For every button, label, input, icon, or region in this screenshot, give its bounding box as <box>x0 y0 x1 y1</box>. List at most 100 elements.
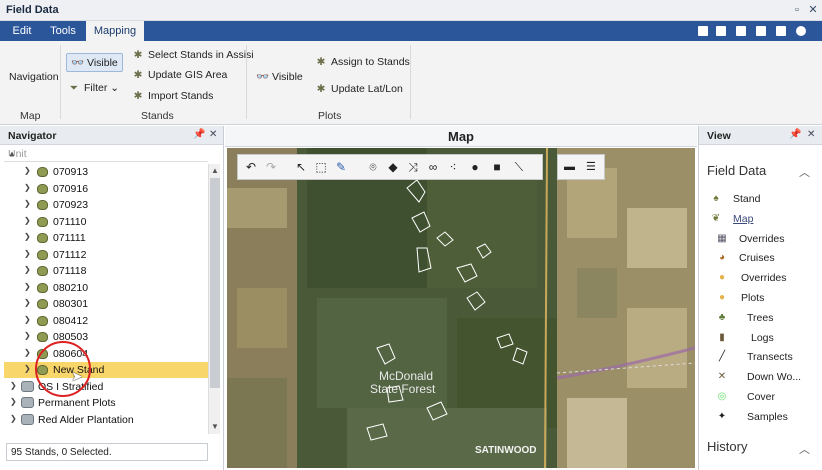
expand-arrow-icon[interactable]: ❯ <box>24 298 31 307</box>
stands-visible-label: Visible <box>87 57 118 69</box>
scroll-thumb[interactable] <box>210 178 220 388</box>
view-item[interactable]: ╱ Transects <box>715 349 822 367</box>
tree-row-stand[interactable]: ❯ 080604 <box>4 346 208 362</box>
view-item[interactable]: ● Plots <box>715 290 822 308</box>
expand-arrow-icon[interactable]: ❯ <box>24 315 31 324</box>
expand-arrow-icon[interactable]: ❯ <box>24 282 31 291</box>
stand-label: 070923 <box>53 199 89 211</box>
layout-icon[interactable] <box>736 26 746 36</box>
update-latlon-button[interactable]: ✱ Update Lat/Lon <box>315 83 403 95</box>
select-box-icon[interactable]: ⬚ <box>314 160 328 174</box>
tree-row-stand[interactable]: ❯ 080503 <box>4 329 208 345</box>
view-item[interactable]: ◎ Cover <box>715 389 822 407</box>
unit-column-header[interactable]: Unit ▲ <box>4 146 208 162</box>
collapse-chevron-icon[interactable]: ︿ <box>799 441 810 457</box>
undo-icon[interactable]: ↶ <box>244 160 258 174</box>
close-icon[interactable]: ✕ <box>209 129 217 140</box>
view-item[interactable]: ▦ Overrides <box>715 231 822 249</box>
expand-arrow-icon[interactable]: ❯ <box>24 183 31 192</box>
expand-arrow-icon[interactable]: ❯ <box>24 216 31 225</box>
pin-icon[interactable]: 📌 <box>193 129 205 140</box>
collapse-chevron-icon[interactable]: ︿ <box>799 164 810 180</box>
assign-stands-button[interactable]: ✱ Assign to Stands <box>315 56 410 68</box>
satellite-imagery: McDonald State Forest SATINWOOD <box>227 148 695 468</box>
view-item-label: Trees <box>747 311 774 324</box>
expand-arrow-icon[interactable]: ❯ <box>24 331 31 340</box>
pencil-icon[interactable]: ✎ <box>334 160 348 174</box>
expand-arrow-icon[interactable]: ❯ <box>24 348 31 357</box>
settings-icon[interactable] <box>796 26 806 36</box>
circle-icon[interactable]: ● <box>468 160 482 174</box>
tree-row-stand[interactable]: ❯ 070916 <box>4 181 208 197</box>
scroll-down-icon[interactable]: ▼ <box>211 422 219 431</box>
tree-row-group[interactable]: ❯ Red Alder Plantation <box>4 412 208 428</box>
layout-icon[interactable] <box>776 26 786 36</box>
tab-tools[interactable]: Tools <box>42 21 84 41</box>
tree-row-stand[interactable]: ❯ 070923 <box>4 197 208 213</box>
trees-icon: ♣ <box>718 311 726 323</box>
window-title: Field Data <box>6 4 59 16</box>
close-icon[interactable]: ✕ <box>806 3 820 17</box>
expand-arrow-icon[interactable]: ❯ <box>24 232 31 241</box>
split-icon[interactable]: ⤨ <box>406 160 420 174</box>
stands-visible-button[interactable]: 👓 Visible <box>66 53 123 72</box>
stands-group-label: Stands <box>141 110 174 122</box>
pointer-icon[interactable]: ↖ <box>294 160 308 174</box>
expand-arrow-icon[interactable]: ❯ <box>24 166 31 175</box>
field-data-section-title[interactable]: Field Data <box>707 163 766 178</box>
tree-row-stand[interactable]: ❯ 080210 <box>4 280 208 296</box>
view-item[interactable]: ✦ Samples <box>715 409 822 427</box>
import-stands-button[interactable]: ✱ Import Stands <box>132 90 214 102</box>
tree-row-stand[interactable]: ❯ 071118 <box>4 263 208 279</box>
map-canvas[interactable]: McDonald State Forest SATINWOOD ↶ ↷ ↖ ⬚ … <box>227 148 695 468</box>
layout-icon[interactable] <box>698 26 708 36</box>
line-tool-icon[interactable]: ⟍ <box>512 160 526 174</box>
pin-icon[interactable]: 📌 <box>789 129 801 140</box>
scroll-up-icon[interactable]: ▲ <box>211 166 219 175</box>
tree-row-stand[interactable]: ❯ 070913 <box>4 164 208 180</box>
ruler-icon[interactable]: ▬ <box>564 161 575 173</box>
restore-icon[interactable]: ▫ <box>790 3 804 17</box>
close-icon[interactable]: ✕ <box>807 129 815 140</box>
expand-arrow-icon[interactable]: ❯ <box>24 364 31 373</box>
tree-row-group[interactable]: ❯ OS I Stratified <box>4 379 208 395</box>
tab-edit[interactable]: Edit <box>4 21 40 41</box>
link-icon[interactable]: ∞ <box>426 160 440 174</box>
expand-arrow-icon[interactable]: ❯ <box>24 249 31 258</box>
view-item[interactable]: ❦ Map <box>709 211 819 229</box>
expand-arrow-icon[interactable]: ❯ <box>24 265 31 274</box>
view-item[interactable]: ◕ Cruises <box>715 250 822 268</box>
view-item[interactable]: ● Overrides <box>715 270 822 288</box>
tree-row-stand[interactable]: ❯ 080412 <box>4 313 208 329</box>
location-pin-icon[interactable]: ⌾ <box>366 160 380 174</box>
points-icon[interactable]: ⁖ <box>446 160 460 174</box>
polygon-icon[interactable]: ◆ <box>386 160 400 174</box>
layout-icon[interactable] <box>756 26 766 36</box>
expand-arrow-icon[interactable]: ❯ <box>24 199 31 208</box>
expand-arrow-icon[interactable]: ❯ <box>10 381 17 390</box>
plots-visible-button[interactable]: 👓 Visible <box>256 70 303 83</box>
tree-row-stand[interactable]: ❯ 080301 <box>4 296 208 312</box>
view-item[interactable]: ♣ Trees <box>715 310 822 328</box>
layers-icon[interactable]: ☰ <box>586 160 596 173</box>
navigation-button[interactable]: Navigation <box>9 71 59 83</box>
tree-row-group[interactable]: ❯ Permanent Plots <box>4 395 208 411</box>
history-section-title[interactable]: History <box>707 439 747 454</box>
tree-row-stand[interactable]: ❯ 071110 <box>4 214 208 230</box>
expand-arrow-icon[interactable]: ❯ <box>10 397 17 406</box>
filter-button[interactable]: ⏷ Filter ⌄ <box>68 82 119 95</box>
tree-row-stand[interactable]: ❯ 071111 <box>4 230 208 246</box>
expand-arrow-icon[interactable]: ❯ <box>10 414 17 423</box>
select-stands-button[interactable]: ✱ Select Stands in Assisi <box>132 49 254 61</box>
redo-icon[interactable]: ↷ <box>264 160 278 174</box>
tree-scrollbar[interactable]: ▲ ▼ <box>208 164 220 434</box>
view-item[interactable]: ▮ Logs <box>715 330 822 348</box>
tab-mapping[interactable]: Mapping <box>86 21 144 42</box>
view-item[interactable]: ♠ Stand <box>709 191 819 209</box>
view-item[interactable]: ✕ Down Wo... <box>715 369 822 387</box>
update-gis-button[interactable]: ✱ Update GIS Area <box>132 69 228 81</box>
tree-row-stand[interactable]: ❯ 071112 <box>4 247 208 263</box>
stand-label: 070916 <box>53 182 89 195</box>
square-icon[interactable]: ■ <box>490 160 504 174</box>
layout-icon[interactable] <box>716 26 726 36</box>
